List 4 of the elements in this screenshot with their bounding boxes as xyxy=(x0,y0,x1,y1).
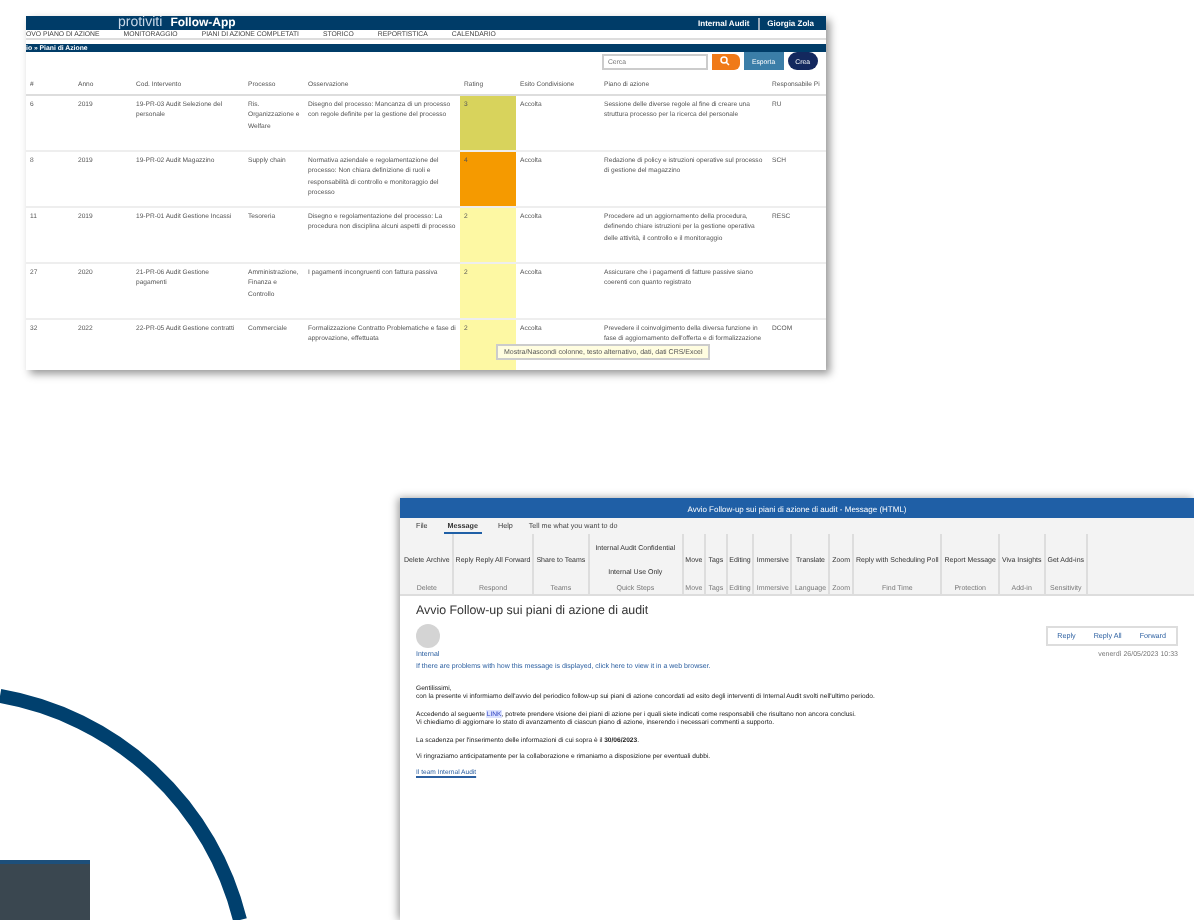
search-button[interactable] xyxy=(711,53,740,69)
avatar-circle xyxy=(416,624,440,648)
screenshot-thumbnail xyxy=(0,860,90,920)
search-icon xyxy=(720,56,731,66)
